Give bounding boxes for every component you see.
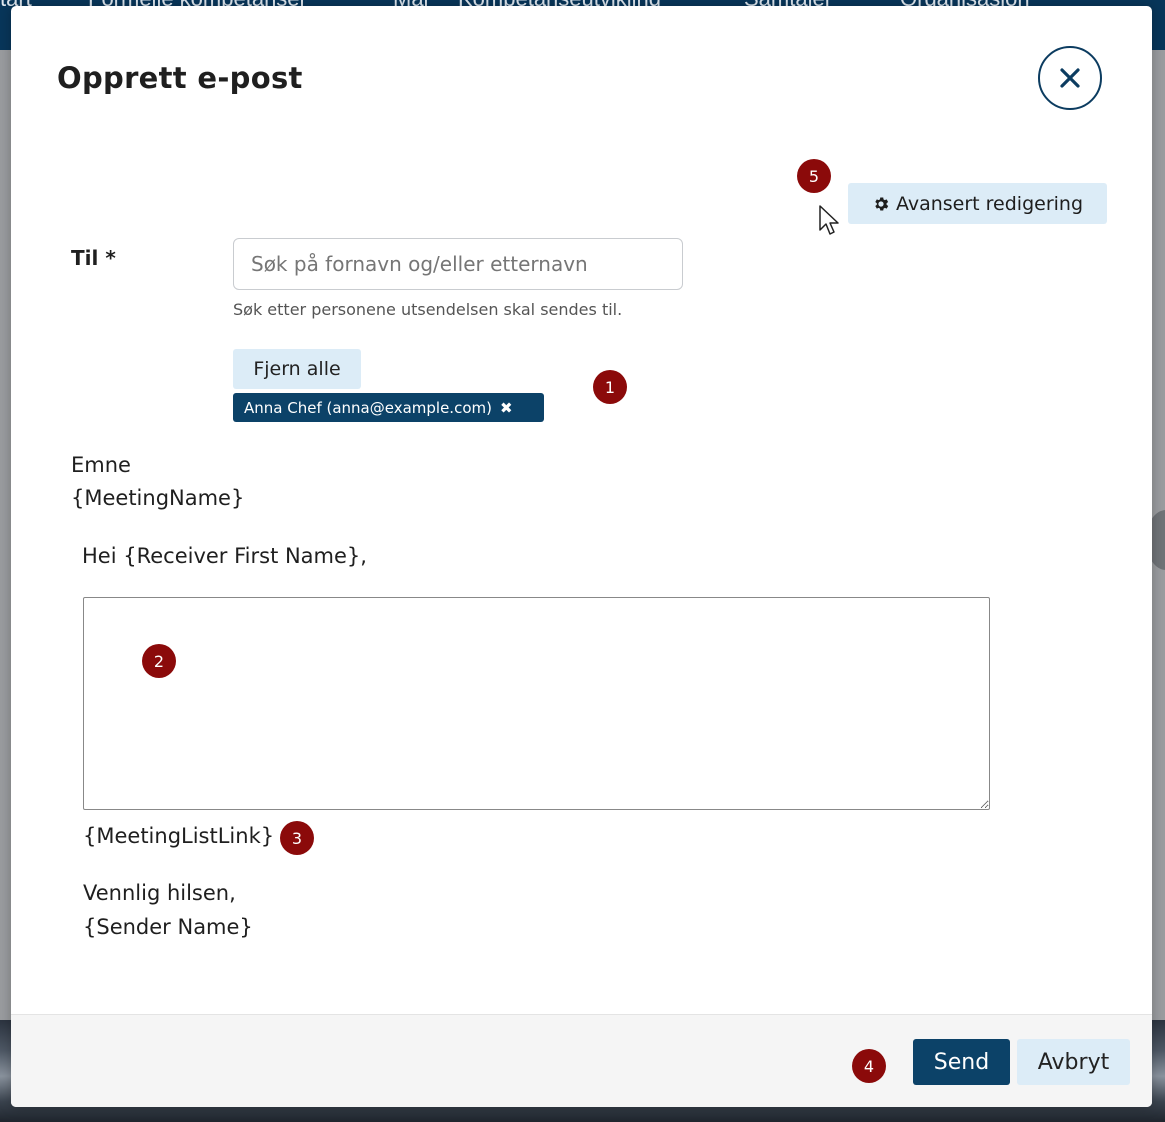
modal-title: Opprett e-post bbox=[57, 61, 303, 95]
remove-recipient-icon[interactable]: ✖ bbox=[500, 399, 513, 417]
annotation-badge-2: 2 bbox=[142, 644, 176, 678]
sign-off-text: Vennlig hilsen, bbox=[83, 881, 236, 905]
remove-all-button[interactable]: Fjern alle bbox=[233, 349, 361, 389]
advanced-edit-label: Avansert redigering bbox=[895, 192, 1084, 215]
to-label: Til * bbox=[71, 246, 116, 270]
annotation-badge-1: 1 bbox=[593, 370, 627, 404]
annotation-badge-4: 4 bbox=[852, 1049, 886, 1083]
recipient-chip-label: Anna Chef (anna@example.com) bbox=[244, 398, 492, 417]
annotation-badge-3: 3 bbox=[280, 821, 314, 855]
annotation-badge-5: 5 bbox=[797, 159, 831, 193]
recipient-chip: Anna Chef (anna@example.com) ✖ bbox=[233, 393, 544, 422]
meeting-list-link-token: {MeetingListLink} bbox=[83, 824, 275, 848]
modal-footer: 4 Send Avbryt bbox=[11, 1014, 1152, 1107]
gear-icon bbox=[875, 196, 889, 211]
message-body-textarea[interactable] bbox=[83, 597, 990, 810]
greeting-text: Hei {Receiver First Name}, bbox=[82, 544, 367, 568]
sender-name-token: {Sender Name} bbox=[83, 915, 253, 939]
close-icon bbox=[1060, 68, 1080, 88]
recipient-help-text: Søk etter personene utsendelsen skal sen… bbox=[233, 300, 623, 319]
recipient-search-input[interactable] bbox=[233, 238, 683, 290]
subject-value: {MeetingName} bbox=[71, 486, 245, 510]
create-email-modal: Opprett e-post 5 Avansert redigering Til… bbox=[11, 6, 1152, 1107]
send-button[interactable]: Send bbox=[913, 1039, 1010, 1085]
close-button[interactable] bbox=[1038, 46, 1102, 110]
subject-label: Emne bbox=[71, 453, 131, 477]
cancel-button[interactable]: Avbryt bbox=[1017, 1039, 1130, 1085]
advanced-edit-button[interactable]: Avansert redigering bbox=[848, 183, 1107, 224]
mouse-cursor-icon bbox=[819, 205, 839, 235]
